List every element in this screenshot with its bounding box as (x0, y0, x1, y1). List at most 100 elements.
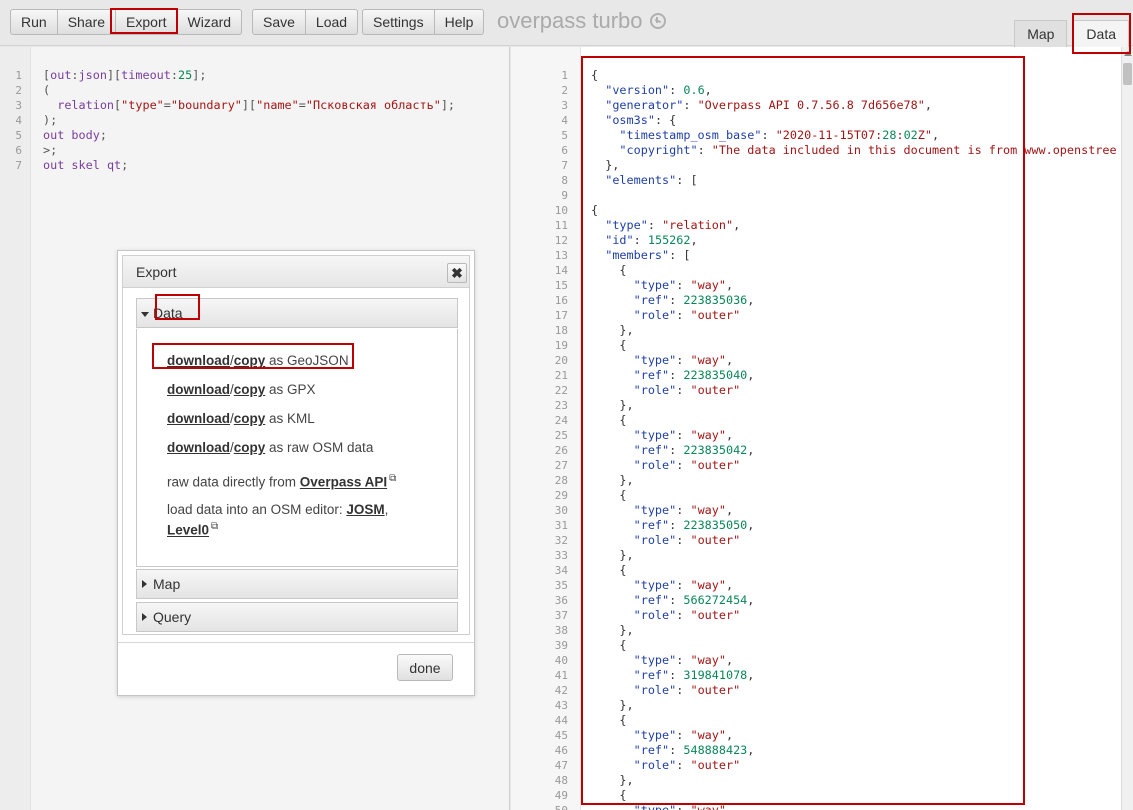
data-line-number: 7 (561, 159, 568, 172)
section-query-label: Query (153, 609, 192, 625)
data-json-line: "timestamp_osm_base": "2020-11-15T07:28:… (619, 128, 940, 142)
data-line-number: 25 (554, 429, 568, 442)
wizard-button[interactable]: Wizard (177, 9, 243, 35)
help-button[interactable]: Help (434, 9, 485, 35)
data-json-line: { (591, 563, 627, 577)
data-view[interactable]: 1 {2 "version": 0.6, 3 "generator": "Overp… (511, 47, 1133, 810)
section-data-body: download/copy as GeoJSON download/copy a… (136, 329, 458, 567)
close-button[interactable]: ✖ (447, 263, 467, 283)
run-button[interactable]: Run (10, 9, 58, 35)
scroll-up-icon[interactable] (1124, 51, 1132, 56)
data-json-line: "role": "outer" (633, 608, 741, 622)
data-line-number: 31 (554, 519, 568, 532)
data-json-line: "role": "outer" (633, 383, 741, 397)
editor-line-number: 7 (15, 159, 22, 172)
data-line-number: 32 (554, 534, 568, 547)
data-line-number: 38 (554, 624, 568, 637)
data-line-number: 8 (561, 174, 568, 187)
osm-editor-row: load data into an OSM editor: JOSM, (167, 502, 388, 517)
data-line-number: 29 (554, 489, 568, 502)
data-line-number: 49 (554, 789, 568, 802)
copy-osm-link[interactable]: copy (234, 440, 266, 455)
data-line-number: 24 (554, 414, 568, 427)
data-json-line: }, (591, 773, 634, 787)
data-line-number: 46 (554, 744, 568, 757)
download-kml-link[interactable]: download (167, 411, 230, 426)
editor-code-line: ( (43, 83, 51, 97)
section-map-label: Map (153, 576, 181, 592)
data-line-number: 13 (554, 249, 568, 262)
save-button[interactable]: Save (252, 9, 306, 35)
data-scrollbar[interactable] (1121, 47, 1133, 810)
copy-gpx-link[interactable]: copy (234, 382, 266, 397)
data-json-line: "members": [ (605, 248, 691, 262)
triangle-right-icon (142, 580, 147, 588)
editor-line-number: 5 (15, 129, 22, 142)
triangle-down-icon (141, 312, 149, 317)
data-json-line: "type": "way", (633, 728, 734, 742)
data-json-line: "version": 0.6, (605, 83, 712, 97)
format-label: as KML (265, 411, 315, 426)
export-button[interactable]: Export (116, 9, 178, 35)
data-line-number: 41 (554, 669, 568, 682)
section-data-header[interactable]: Data (136, 298, 458, 328)
data-line-number: 27 (554, 459, 568, 472)
data-line-number: 33 (554, 549, 568, 562)
data-json-line: "type": "relation", (605, 218, 741, 232)
data-json-line: "copyright": "The data included in this … (619, 143, 1117, 157)
data-line-number: 5 (561, 129, 568, 142)
settings-button[interactable]: Settings (362, 9, 435, 35)
section-map-header[interactable]: Map (136, 569, 458, 599)
data-line-number: 40 (554, 654, 568, 667)
data-json-line: "role": "outer" (633, 308, 741, 322)
done-button[interactable]: done (397, 654, 453, 681)
copy-geojson-link[interactable]: copy (234, 353, 266, 368)
data-json-line: "type": "way", (633, 503, 734, 517)
dialog-divider (118, 642, 474, 643)
data-json-line: { (591, 68, 599, 82)
data-line-number: 19 (554, 339, 568, 352)
toolbar-group-help: Settings Help (362, 9, 485, 35)
editor-code-line: out body; (43, 128, 107, 142)
data-json-line: }, (591, 473, 634, 487)
copy-kml-link[interactable]: copy (234, 411, 266, 426)
level0-link[interactable]: Level0 (167, 523, 209, 538)
section-query-header[interactable]: Query (136, 602, 458, 632)
data-json-line: { (591, 263, 627, 277)
load-button[interactable]: Load (305, 9, 359, 35)
data-json-line: { (591, 413, 627, 427)
share-button[interactable]: Share (57, 9, 117, 35)
data-json-line: "role": "outer" (633, 458, 741, 472)
data-line-number: 35 (554, 579, 568, 592)
tab-data[interactable]: Data (1073, 20, 1129, 47)
brand-logo: overpass turbo (497, 8, 666, 34)
download-gpx-link[interactable]: download (167, 382, 230, 397)
data-json-line: "id": 155262, (605, 233, 698, 247)
data-line-number: 45 (554, 729, 568, 742)
download-osm-link[interactable]: download (167, 440, 230, 455)
export-kml-row: download/copy as KML (167, 411, 315, 426)
data-line-number: 43 (554, 699, 568, 712)
data-line-number: 18 (554, 324, 568, 337)
osm-editor-label: load data into an OSM editor: (167, 502, 347, 517)
download-geojson-link[interactable]: download (167, 353, 230, 368)
editor-line-number: 3 (15, 99, 22, 112)
export-dialog: Export ✖ Data download/copy as GeoJSON d… (117, 250, 475, 696)
format-label: as GPX (265, 382, 316, 397)
dialog-titlebar: Export ✖ (123, 256, 469, 288)
export-osm-row: download/copy as raw OSM data (167, 440, 373, 455)
josm-link[interactable]: JOSM (346, 502, 384, 517)
data-line-number: 12 (554, 234, 568, 247)
data-line-number: 26 (554, 444, 568, 457)
overpass-api-link[interactable]: Overpass API (300, 475, 387, 490)
data-line-number: 28 (554, 474, 568, 487)
data-json-line: { (591, 713, 627, 727)
toolbar-group-main: Run Share Export Wizard (10, 9, 243, 35)
data-line-number: 21 (554, 369, 568, 382)
data-line-number: 36 (554, 594, 568, 607)
scroll-thumb[interactable] (1123, 63, 1132, 85)
data-line-number: 44 (554, 714, 568, 727)
tab-map[interactable]: Map (1014, 20, 1068, 47)
data-json-line: "ref": 223835036, (633, 293, 755, 307)
data-json-line: }, (591, 548, 634, 562)
